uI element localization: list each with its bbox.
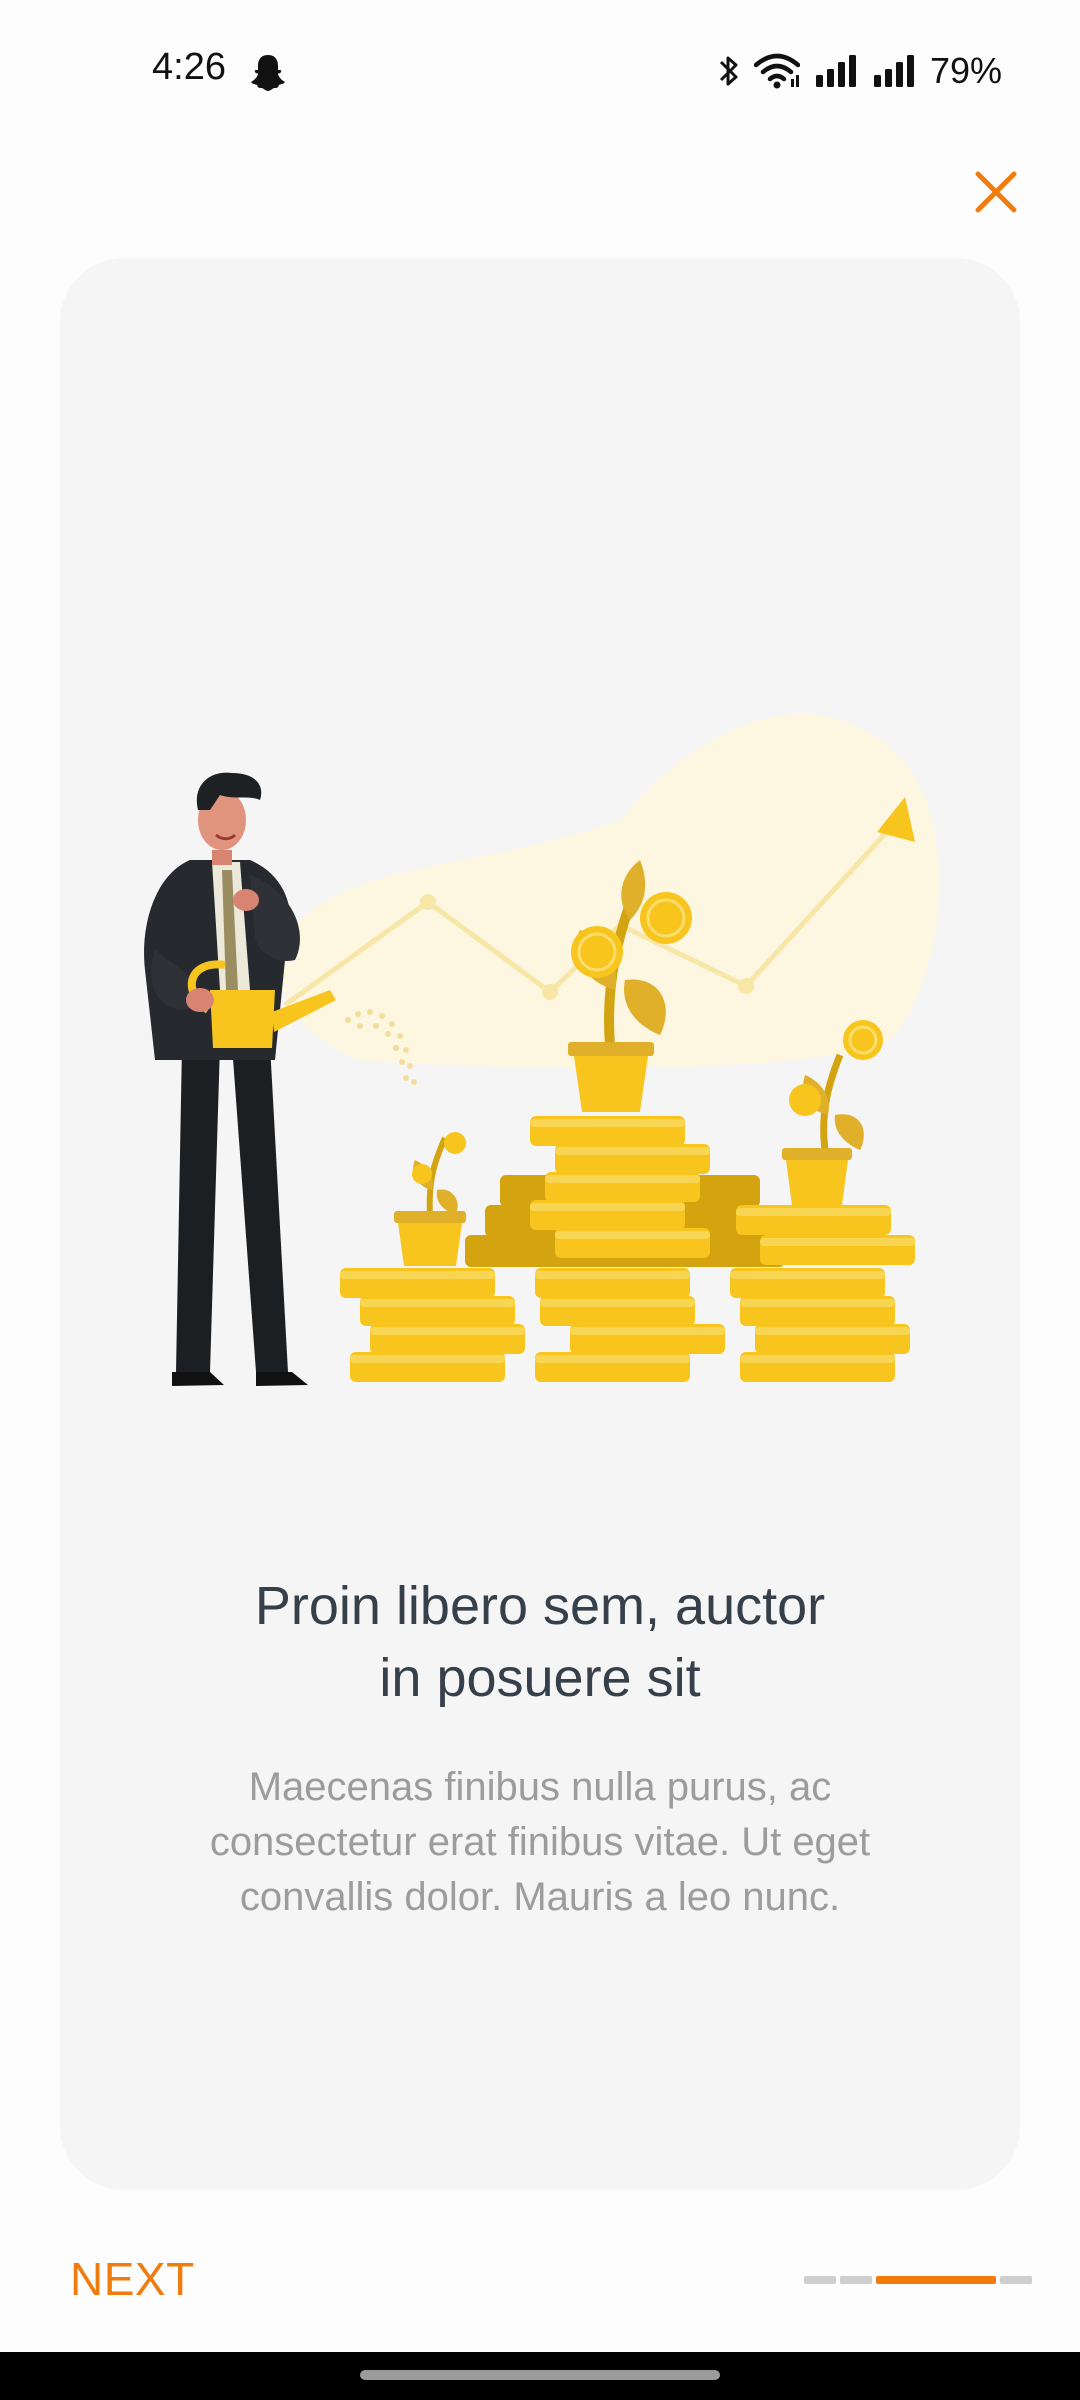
description-line: convallis dolor. Mauris a leo nunc. [239, 1875, 841, 1919]
snapchat-icon [251, 55, 285, 91]
page-indicator [804, 2276, 1032, 2284]
description-line: consectetur erat finibus vitae. Ut eget [209, 1820, 871, 1864]
battery-level: 79% [929, 50, 1002, 91]
page-indicator-dot [1000, 2276, 1032, 2284]
system-nav-bar [0, 2352, 1080, 2400]
signal-icon [815, 55, 856, 87]
signal-icon [873, 55, 914, 87]
next-button[interactable]: NEXT [70, 2252, 195, 2306]
status-time: 4:26 [152, 46, 226, 88]
onboarding-description: Maecenas finibus nulla purus, ac consect… [150, 1760, 930, 1925]
wifi-icon [753, 53, 800, 89]
businessman-figure [144, 772, 336, 1386]
onboarding-screen: 4:26 79% Proin libero sem, auctor in pos… [0, 0, 1080, 2400]
investment-illustration [144, 714, 939, 1386]
page-indicator-dot [804, 2276, 836, 2284]
title-line: in posuere sit [379, 1648, 701, 1708]
close-icon [975, 171, 1017, 213]
description-line: Maecenas finibus nulla purus, ac [248, 1765, 832, 1809]
home-handle[interactable] [360, 2370, 720, 2380]
onboarding-title: Proin libero sem, auctor in posuere sit [60, 1570, 1020, 1714]
title-line: Proin libero sem, auctor [254, 1576, 826, 1636]
page-indicator-dot-active [876, 2276, 996, 2284]
bluetooth-icon [719, 56, 738, 86]
close-button[interactable] [964, 160, 1028, 224]
status-icons: 79% [718, 46, 1002, 96]
page-indicator-dot [840, 2276, 872, 2284]
status-bar: 4:26 79% [0, 0, 1080, 140]
